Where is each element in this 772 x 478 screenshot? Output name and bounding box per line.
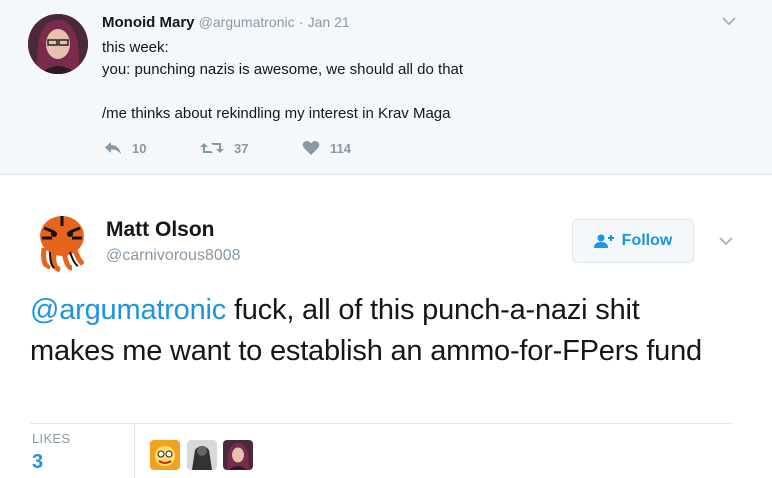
avatar-monoid-mary[interactable]: [28, 14, 88, 74]
chevron-down-icon[interactable]: [719, 236, 733, 246]
likes-label: LIKES: [32, 431, 71, 446]
reply-count: 10: [132, 140, 147, 156]
header-separator: ·: [298, 14, 304, 30]
chevron-down-icon[interactable]: [722, 16, 736, 26]
parent-tweet-header: Monoid Mary @argumatronic · Jan 21: [102, 14, 350, 31]
stats-vertical-divider: [134, 424, 135, 478]
liker-avatar[interactable]: [223, 440, 253, 470]
liker-avatar[interactable]: [150, 440, 180, 470]
likes-count[interactable]: 3: [32, 451, 43, 474]
liker-avatar[interactable]: [187, 440, 217, 470]
stats-divider: [30, 423, 732, 424]
retweet-icon: [200, 143, 224, 153]
follow-person-icon: [593, 234, 614, 248]
parent-tweet-text: this week: you: punching nazis is awesom…: [102, 39, 464, 122]
retweet-count: 37: [234, 140, 249, 156]
follow-label: Follow: [621, 232, 673, 249]
main-author-handle[interactable]: @carnivorous8008: [106, 247, 241, 265]
mention-link[interactable]: @argumatronic: [30, 294, 226, 326]
main-tweet-text: @argumatronic fuck, all of this punch-a-…: [30, 290, 730, 372]
author-name[interactable]: Monoid Mary: [102, 14, 195, 31]
tweet-date[interactable]: Jan 21: [308, 14, 350, 30]
author-handle[interactable]: @argumatronic: [199, 14, 295, 30]
follow-button[interactable]: Follow: [572, 219, 694, 263]
reply-icon: [105, 142, 121, 154]
like-button[interactable]: 114: [302, 140, 351, 156]
avatar-matt-olson[interactable]: [30, 208, 94, 272]
retweet-button[interactable]: 37: [200, 140, 248, 156]
like-count: 114: [330, 140, 351, 156]
parent-tweet[interactable]: Monoid Mary @argumatronic · Jan 21 this …: [0, 0, 772, 175]
reply-button[interactable]: 10: [104, 140, 146, 156]
heart-icon: [302, 141, 320, 155]
main-author-name[interactable]: Matt Olson: [106, 218, 215, 242]
